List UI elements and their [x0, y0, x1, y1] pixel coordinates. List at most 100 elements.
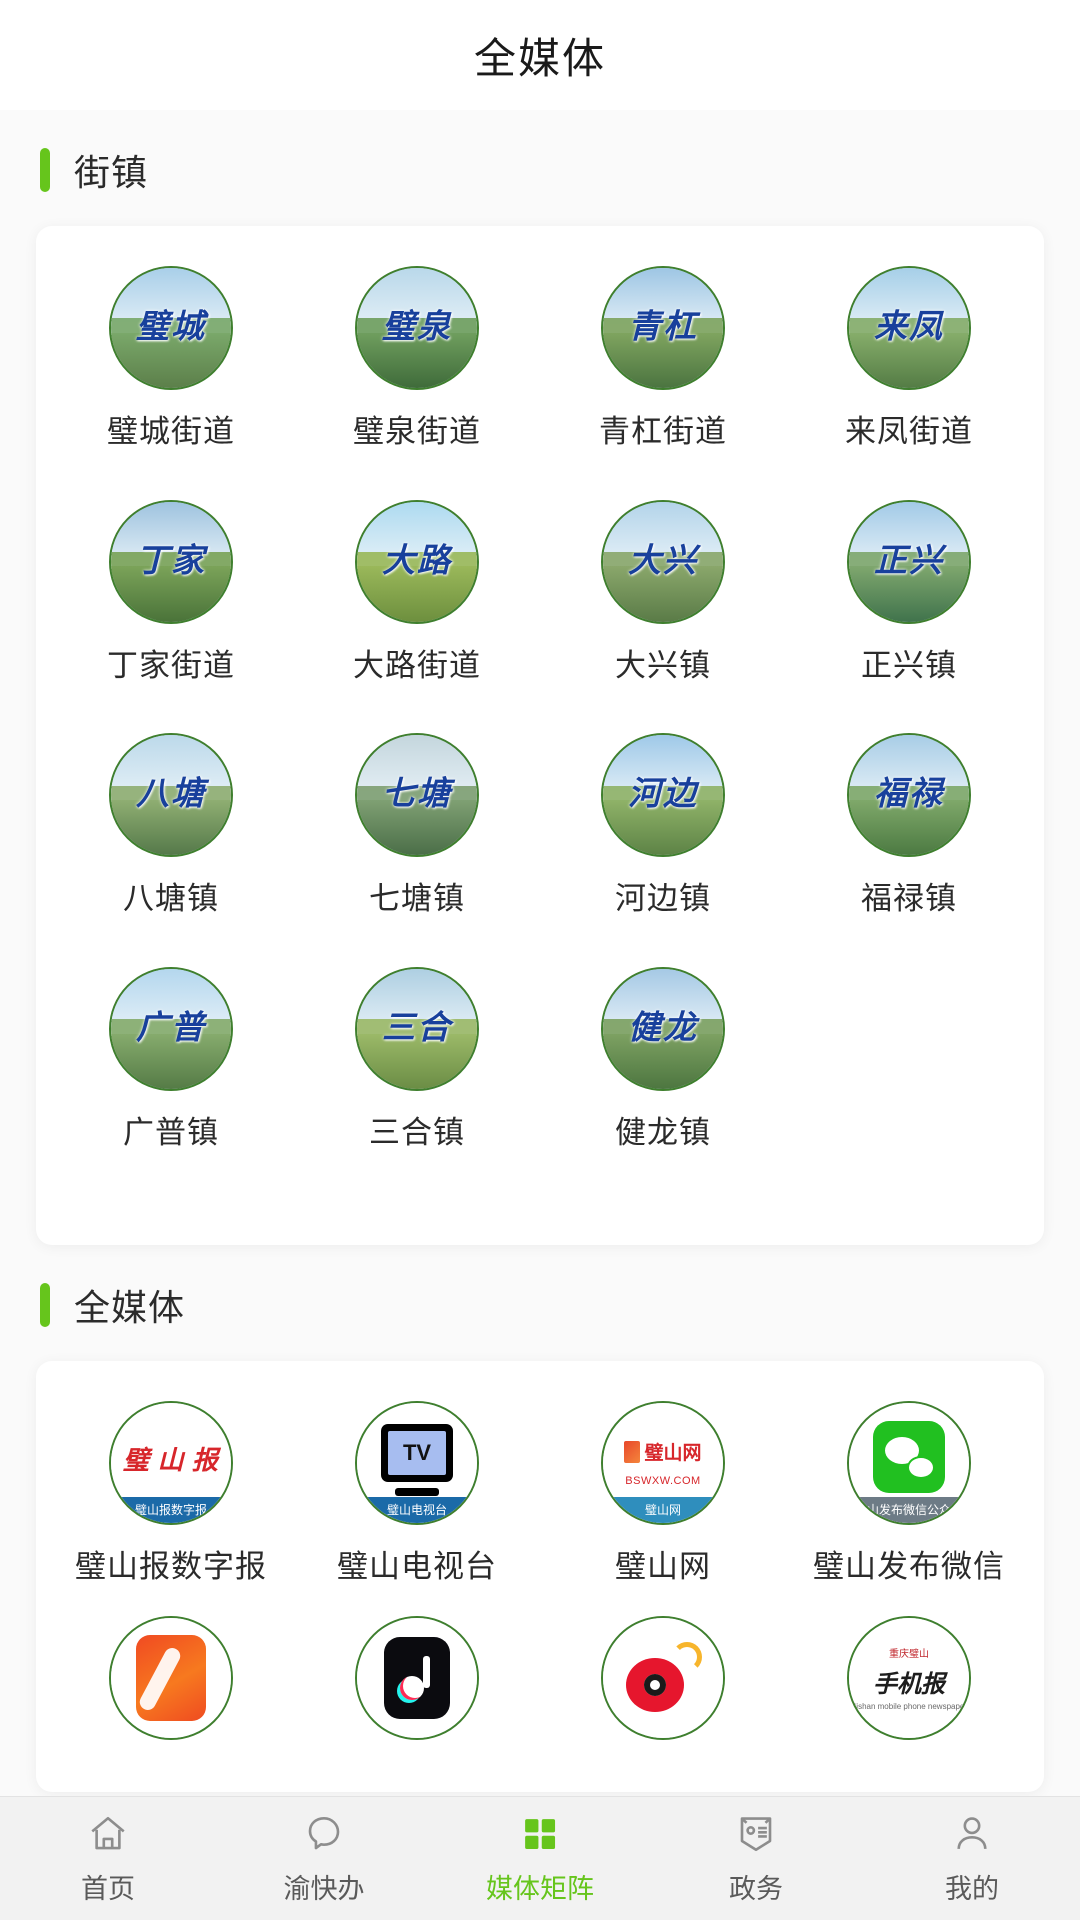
street-item[interactable]: 璧城 璧城街道 — [48, 266, 294, 452]
street-label: 广普镇 — [123, 1115, 219, 1151]
media-item[interactable]: 璧 山 报璧山报数字报璧山报数字报 — [48, 1400, 294, 1587]
street-item[interactable]: 三合 三合镇 — [294, 967, 540, 1153]
street-label: 大兴镇 — [615, 647, 711, 683]
street-avatar-icon[interactable]: 三合 — [355, 967, 479, 1092]
bottom-navigation: 首页 渝快办 媒体矩阵 政务 我的 — [0, 1796, 1080, 1920]
tab-chat[interactable]: 渝快办 — [216, 1811, 432, 1906]
street-avatar-calligraphy: 璧城 — [136, 309, 206, 346]
tab-label: 首页 — [81, 1874, 135, 1904]
tab-home[interactable]: 首页 — [0, 1811, 216, 1906]
street-item[interactable]: 青杠 青杠街道 — [540, 266, 786, 452]
street-avatar-icon[interactable]: 七塘 — [355, 733, 479, 858]
page-title: 全媒体 — [473, 34, 606, 82]
street-avatar-icon[interactable]: 丁家 — [109, 499, 233, 624]
media-label: 璧山网 — [615, 1548, 711, 1584]
tab-label: 渝快办 — [283, 1874, 365, 1904]
accent-bar-icon — [40, 1282, 50, 1327]
weibo-logo-icon[interactable] — [601, 1616, 725, 1741]
street-label: 璧泉街道 — [353, 414, 481, 449]
street-label: 河边镇 — [615, 881, 711, 917]
street-avatar-icon[interactable]: 河边 — [601, 733, 725, 858]
street-label: 正兴镇 — [861, 647, 957, 683]
street-item[interactable]: 七塘 七塘镇 — [294, 733, 540, 919]
street-avatar-calligraphy: 青杠 — [628, 309, 698, 346]
wechat-logo-icon[interactable]: 璧山发布微信公众号 — [847, 1400, 971, 1525]
street-avatar-calligraphy: 大兴 — [628, 543, 698, 580]
tab-person[interactable]: 我的 — [864, 1811, 1080, 1906]
media-item[interactable]: 璧山发布微信公众号 璧山发布微信 — [786, 1400, 1032, 1587]
street-item[interactable]: 来凤 来凤街道 — [786, 266, 1032, 452]
street-item[interactable]: 健龙 健龙镇 — [540, 967, 786, 1153]
street-label: 丁家街道 — [107, 647, 235, 683]
street-item[interactable]: 正兴 正兴镇 — [786, 499, 1032, 686]
streets-card: 璧城 璧城街道 璧泉 璧泉街道 青杠 青杠街道 来凤 来凤街道 丁家 丁家街道 大路 大路街道 大兴 大兴… — [36, 226, 1044, 1245]
street-item[interactable]: 广普 广普镇 — [48, 967, 294, 1153]
scroll-content[interactable]: 街镇 璧城 璧城街道 璧泉 璧泉街道 青杠 青杠街道 来凤 来凤街道 丁家 丁家街道 大路 大路街道大… — [0, 110, 1080, 1796]
douyin-logo-icon[interactable] — [355, 1616, 479, 1741]
street-label: 七塘镇 — [369, 881, 465, 917]
media-item[interactable] — [540, 1616, 786, 1762]
newspaper-logo-icon[interactable]: 璧 山 报璧山报数字报 — [109, 1400, 233, 1525]
tab-shield[interactable]: 政务 — [648, 1811, 864, 1906]
street-avatar-icon[interactable]: 青杠 — [601, 266, 725, 390]
media-item[interactable] — [48, 1616, 294, 1762]
home-icon[interactable] — [84, 1811, 132, 1857]
street-avatar-icon[interactable]: 璧泉 — [355, 266, 479, 390]
street-avatar-icon[interactable]: 八塘 — [109, 733, 233, 858]
street-item[interactable]: 福禄 福禄镇 — [786, 733, 1032, 919]
section-title-streets: 街镇 — [74, 152, 149, 193]
street-avatar-icon[interactable]: 广普 — [109, 967, 233, 1092]
street-label: 八塘镇 — [123, 881, 219, 917]
section-header-media: 全媒体 — [0, 1245, 1080, 1361]
street-avatar-calligraphy: 大路 — [382, 543, 452, 580]
street-avatar-icon[interactable]: 来凤 — [847, 266, 971, 390]
street-item[interactable]: 大兴 大兴镇 — [540, 499, 786, 686]
mobile-paper-icon[interactable]: 重庆璧山 手机报 Bishan mobile phone newspaper — [847, 1616, 971, 1741]
streets-grid: 璧城 璧城街道 璧泉 璧泉街道 青杠 青杠街道 来凤 来凤街道 丁家 丁家街道 大路 大路街道 大兴 大兴… — [48, 266, 1032, 1201]
street-label: 青杠街道 — [599, 414, 727, 449]
street-label: 来凤街道 — [845, 414, 973, 449]
street-avatar-calligraphy: 正兴 — [874, 543, 944, 580]
tab-label: 政务 — [729, 1874, 783, 1904]
tab-grid[interactable]: 媒体矩阵 — [432, 1811, 648, 1906]
street-avatar-calligraphy: 丁家 — [136, 543, 206, 580]
street-avatar-calligraphy: 七塘 — [382, 776, 452, 813]
orange-app-icon[interactable] — [109, 1616, 233, 1741]
tv-logo-icon[interactable]: TV 璧山电视台 — [355, 1400, 479, 1525]
person-icon[interactable] — [948, 1811, 996, 1857]
street-item[interactable]: 大路 大路街道 — [294, 499, 540, 686]
grid-icon[interactable] — [516, 1811, 564, 1857]
media-item[interactable]: 重庆璧山 手机报 Bishan mobile phone newspaper — [786, 1616, 1032, 1762]
street-avatar-icon[interactable]: 健龙 — [601, 967, 725, 1092]
street-label: 大路街道 — [353, 647, 481, 683]
media-grid: 璧 山 报璧山报数字报 璧山报数字报 TV 璧山电视台 璧山电视台 璧山网 BSWXW.CO… — [48, 1400, 1032, 1793]
street-avatar-calligraphy: 璧泉 — [382, 309, 452, 346]
street-label: 三合镇 — [369, 1115, 465, 1151]
media-item[interactable]: 璧山网 BSWXW.COM 璧山网璧山网 — [540, 1400, 786, 1587]
street-item[interactable]: 璧泉 璧泉街道 — [294, 266, 540, 452]
page-header: 全媒体 — [0, 0, 1080, 110]
media-item[interactable] — [294, 1616, 540, 1762]
street-item[interactable]: 八塘 八塘镇 — [48, 733, 294, 919]
street-avatar-calligraphy: 福禄 — [874, 776, 944, 813]
section-title-media: 全媒体 — [74, 1286, 186, 1328]
street-item[interactable]: 河边 河边镇 — [540, 733, 786, 919]
street-avatar-icon[interactable]: 福禄 — [847, 733, 971, 858]
media-label: 璧山报数字报 — [75, 1548, 267, 1584]
media-label: 璧山电视台 — [337, 1548, 497, 1584]
street-avatar-calligraphy: 三合 — [382, 1010, 452, 1047]
street-avatar-calligraphy: 河边 — [628, 776, 698, 813]
street-avatar-calligraphy: 八塘 — [136, 776, 206, 813]
media-item[interactable]: TV 璧山电视台璧山电视台 — [294, 1400, 540, 1587]
street-label: 健龙镇 — [615, 1115, 711, 1151]
street-avatar-icon[interactable]: 大路 — [355, 499, 479, 624]
street-avatar-icon[interactable]: 大兴 — [601, 499, 725, 624]
shield-icon[interactable] — [732, 1811, 780, 1857]
street-avatar-icon[interactable]: 璧城 — [109, 266, 233, 390]
chat-icon[interactable] — [300, 1811, 348, 1857]
street-avatar-icon[interactable]: 正兴 — [847, 499, 971, 624]
street-item[interactable]: 丁家 丁家街道 — [48, 499, 294, 686]
website-logo-icon[interactable]: 璧山网 BSWXW.COM 璧山网 — [601, 1400, 725, 1525]
tab-label: 我的 — [945, 1874, 999, 1904]
street-avatar-calligraphy: 来凤 — [874, 309, 944, 346]
